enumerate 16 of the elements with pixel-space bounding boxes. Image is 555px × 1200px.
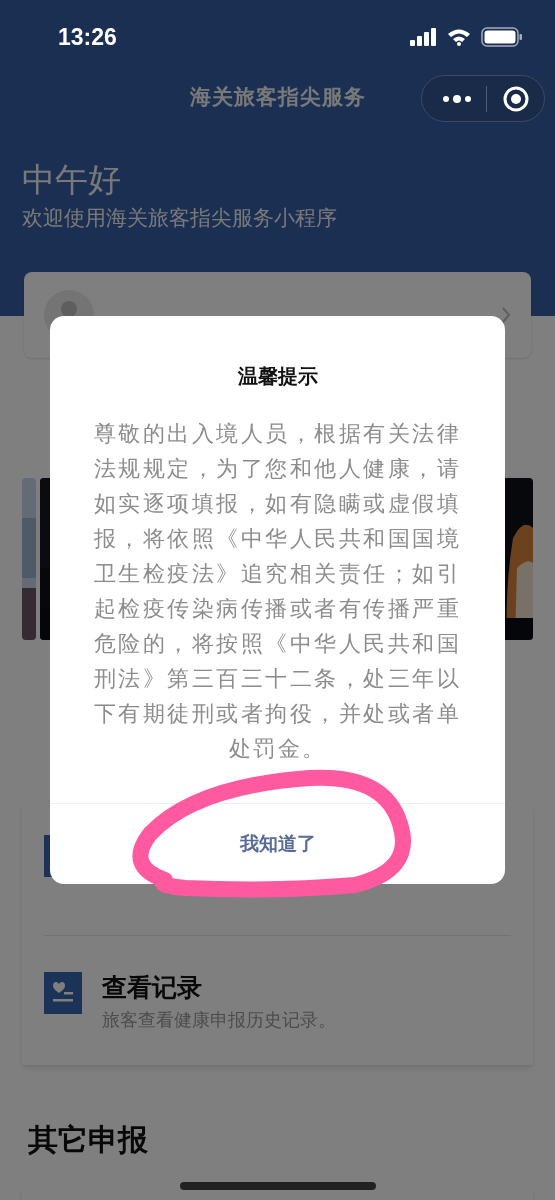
dialog-message: 尊敬的出入境人员，根据有关法律法规规定，为了您和他人健康，请如实逐项填报，如有隐瞒或虚假填报，将依照《中华人民共和国国境卫生检疫法》追究相关责任；如引起检疫传染病传播或者有传播严重危险的，将按照《中华人民共和国刑法》第三百三十二条，处三年以下有期徒刑或者拘役，并处或者单处罚金。: [92, 420, 463, 763]
nav-title: 海关旅客指尖服务: [189, 84, 366, 111]
signal-icon: [410, 28, 437, 46]
greeting: 中午好: [22, 160, 122, 200]
section-title: 其它申报: [27, 1122, 149, 1158]
acknowledge-button[interactable]: 我知道了: [50, 804, 505, 884]
item-title[interactable]: 查看记录: [102, 972, 336, 1002]
close-icon[interactable]: [503, 85, 529, 112]
battery-icon: [481, 27, 523, 47]
record-icon: [44, 972, 82, 1014]
dialog-title: 温馨提示: [236, 364, 319, 388]
wifi-icon: [447, 28, 471, 46]
chevron-right-icon: [501, 306, 511, 324]
more-icon[interactable]: [442, 93, 472, 104]
status-time: 13:26: [58, 22, 117, 52]
welcome-subtitle: 欢迎使用海关旅客指尖服务小程序: [22, 205, 338, 231]
